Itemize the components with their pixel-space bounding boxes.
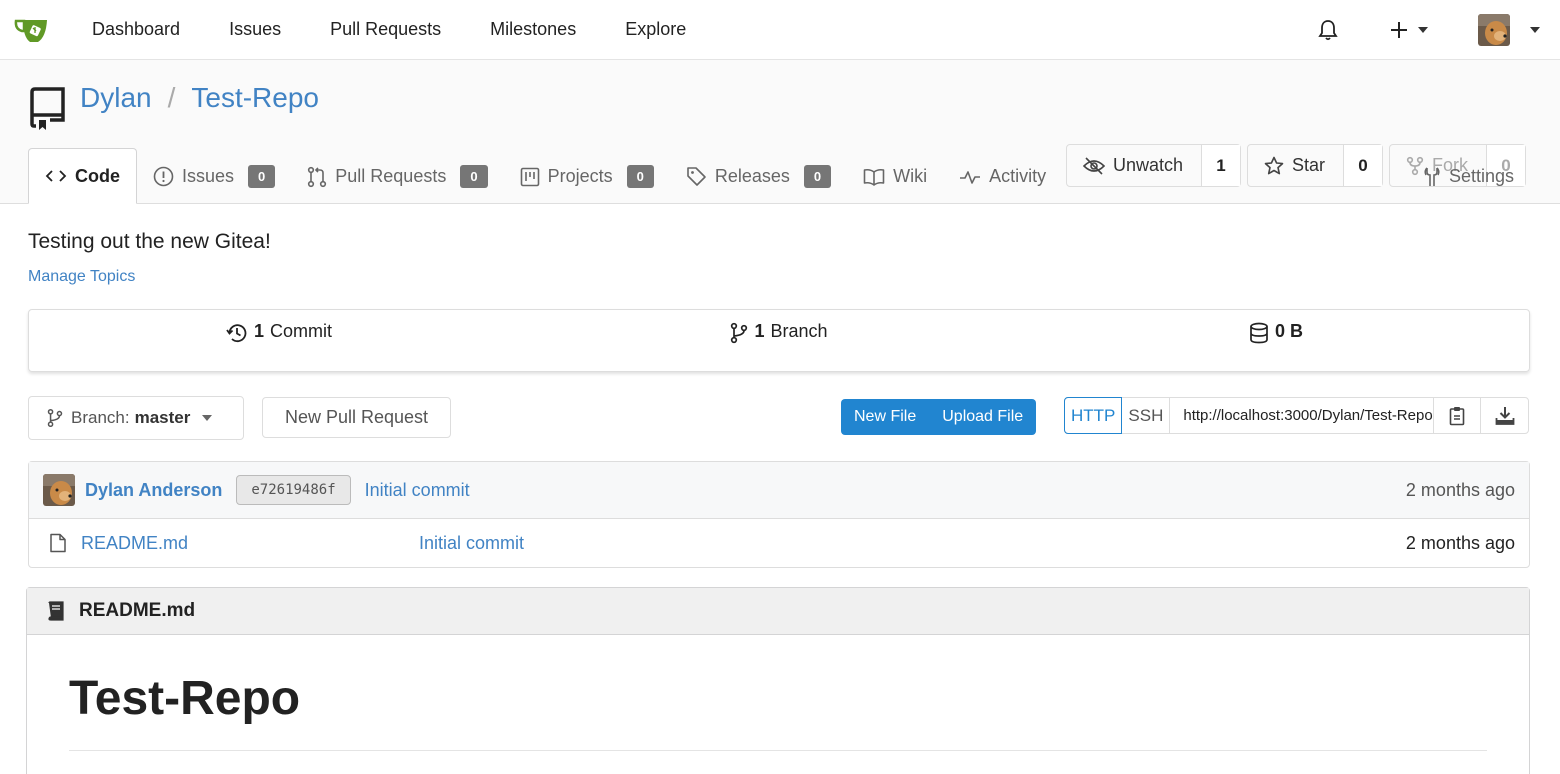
book-icon [863,168,885,186]
tab-pull-requests[interactable]: Pull Requests 0 [291,149,503,204]
repo-title: Dylan / Test-Repo [30,82,319,130]
new-pull-request-button[interactable]: New Pull Request [262,397,451,438]
user-menu-chevron-icon[interactable] [1530,27,1540,33]
user-avatar[interactable] [1478,14,1510,46]
readme-heading: Test-Repo [69,671,1487,751]
tools-icon [1424,166,1440,186]
file-commit-message-link[interactable]: Initial commit [419,533,524,554]
commits-count: 1 [253,321,264,341]
git-branch-icon [47,408,63,428]
tab-projects[interactable]: Projects 0 [504,149,670,204]
readme-panel: README.md Test-Repo [26,587,1530,774]
database-icon [1250,322,1268,343]
clone-http-button[interactable]: HTTP [1064,397,1123,434]
tab-releases[interactable]: Releases 0 [670,149,847,204]
repo-stats-bar: 1 Commit 1 Branch 0 B [28,309,1530,372]
repo-owner-link[interactable]: Dylan [80,82,152,114]
create-new-dropdown[interactable] [1390,21,1428,39]
branches-stat[interactable]: 1 Branch [529,320,1029,344]
branch-prefix: Branch: [71,408,130,427]
book-icon [48,601,64,621]
file-buttons: New File Upload File [841,399,1037,435]
commit-sha-button[interactable]: e72619486f [236,475,351,505]
branch-name: master [134,408,191,427]
commit-author-avatar[interactable] [43,474,75,506]
tab-wiki[interactable]: Wiki [847,149,943,204]
tab-releases-label: Releases [714,166,790,186]
pulse-icon [960,170,981,184]
copy-clipboard-button[interactable] [1434,398,1482,433]
repo-tabs: Code Issues 0 Pull Requests 0 Projects 0… [28,148,1530,204]
repo-content: Testing out the new Gitea! Manage Topics… [0,230,1560,774]
repo-toolbar: Branch: master New Pull Request New File… [28,396,1530,440]
readme-filename: README.md [79,600,196,621]
repo-size: 0 B [1274,321,1303,341]
file-name-link[interactable]: README.md [81,533,419,554]
clone-panel: HTTP SSH http://localhost:3000/Dylan/Tes… [1064,397,1530,434]
project-board-icon [520,167,539,186]
history-icon [226,323,247,342]
tab-issues-label: Issues [182,166,235,186]
file-icon [50,533,66,553]
tab-code-label: Code [75,165,120,186]
tab-settings[interactable]: Settings [1407,149,1530,204]
clipboard-icon [1450,406,1465,425]
projects-count-badge: 0 [626,165,654,188]
tag-icon [687,167,706,186]
branches-label: Branch [770,321,828,341]
tab-settings-label: Settings [1448,166,1514,186]
pull-request-icon [308,166,327,187]
branches-count: 1 [754,321,765,341]
plus-icon [1391,22,1407,38]
readme-body: Test-Repo [27,635,1529,774]
issue-opened-icon [153,166,174,187]
nav-milestones[interactable]: Milestones [490,19,576,40]
chevron-down-icon [1418,27,1428,33]
repo-name-link[interactable]: Test-Repo [191,82,319,114]
readme-header: README.md [27,588,1529,635]
commits-stat[interactable]: 1 Commit [29,320,529,344]
code-icon [45,170,67,182]
chevron-down-icon [202,415,213,421]
nav-dashboard[interactable]: Dashboard [92,19,180,40]
repo-description: Testing out the new Gitea! [28,230,271,253]
nav-pull-requests[interactable]: Pull Requests [330,19,441,40]
download-icon [1495,406,1515,425]
tab-wiki-label: Wiki [893,166,928,186]
tab-projects-label: Projects [547,166,613,186]
tab-pull-requests-label: Pull Requests [335,166,447,186]
repo-size-stat: 0 B [1029,320,1529,344]
tab-activity[interactable]: Activity [943,149,1062,204]
git-branch-icon [731,322,748,343]
clone-url-input[interactable]: http://localhost:3000/Dylan/Test-Repo.gi… [1170,398,1435,433]
tab-activity-label: Activity [989,166,1047,186]
commit-author-link[interactable]: Dylan Anderson [85,480,222,501]
issues-count-badge: 0 [248,165,276,188]
file-row: README.md Initial commit 2 months ago [29,519,1529,567]
upload-file-button[interactable]: Upload File [929,399,1036,435]
releases-count-badge: 0 [803,165,832,188]
repo-title-separator: / [167,82,176,113]
commits-label: Commit [270,321,332,341]
pull-requests-count-badge: 0 [460,165,488,188]
tab-code[interactable]: Code [28,148,137,204]
top-navbar: Dashboard Issues Pull Requests Milestone… [0,0,1560,60]
nav-issues[interactable]: Issues [229,19,281,40]
clone-ssh-button[interactable]: SSH [1122,398,1171,433]
new-file-button[interactable]: New File [841,399,929,435]
commit-time: 2 months ago [1405,479,1515,500]
notifications-bell-icon[interactable] [1318,19,1338,41]
latest-commit-row: Dylan Anderson e72619486f Initial commit… [29,462,1529,519]
manage-topics-link[interactable]: Manage Topics [28,268,135,286]
branch-selector[interactable]: Branch: master [28,396,244,440]
commit-message-link[interactable]: Initial commit [365,480,470,501]
tab-issues[interactable]: Issues 0 [137,149,291,204]
repo-icon [30,87,65,130]
download-button[interactable] [1481,398,1528,433]
file-list-table: Dylan Anderson e72619486f Initial commit… [28,461,1530,568]
gitea-logo-icon[interactable] [14,15,52,45]
nav-explore[interactable]: Explore [625,19,686,40]
repo-header: Dylan / Test-Repo Unwatch 1 Star 0 Fork … [0,60,1560,204]
file-commit-time: 2 months ago [1405,532,1515,553]
